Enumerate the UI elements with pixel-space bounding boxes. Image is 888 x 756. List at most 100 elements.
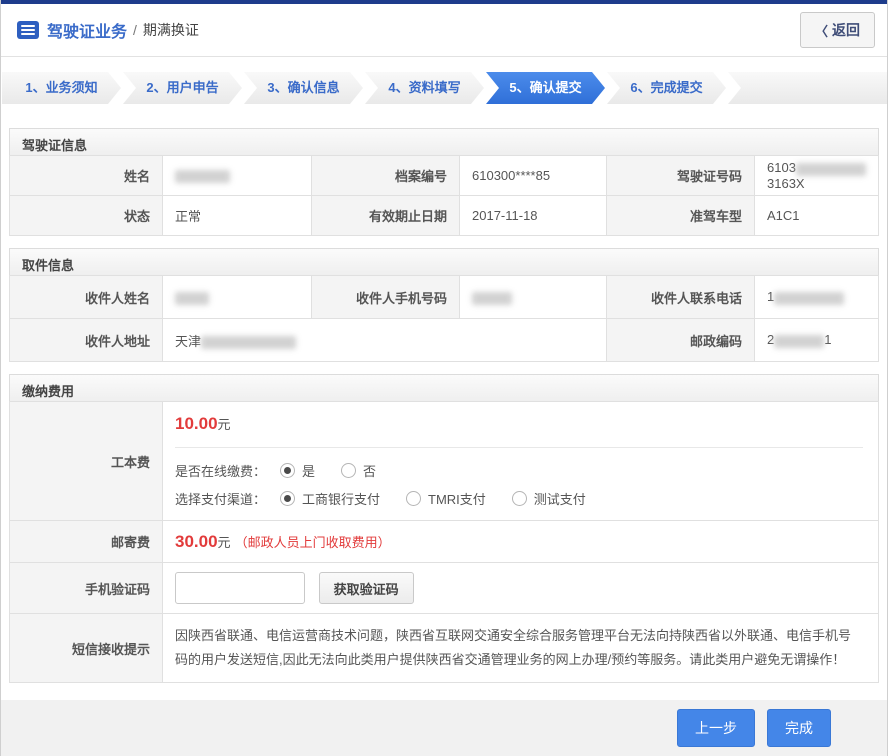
redacted-name <box>175 170 230 183</box>
step-3-confirm-info[interactable]: 3、确认信息 <box>244 72 363 104</box>
radio-checked-icon[interactable] <box>280 463 295 478</box>
list-icon <box>17 21 39 39</box>
table-row: 手机验证码 获取验证码 <box>10 563 879 614</box>
address-value: 天津 <box>163 319 607 362</box>
license-number-value: 61033163X <box>755 156 879 196</box>
step-1-business-notice[interactable]: 1、业务须知 <box>2 72 121 104</box>
pickup-section-title: 取件信息 <box>9 248 879 275</box>
channel-icbc-label: 工商银行支付 <box>302 489 380 508</box>
mail-fee-cell: 30.00元 （邮政人员上门收取费用） <box>163 521 879 563</box>
postal-suffix: 1 <box>824 332 831 347</box>
online-pay-row: 是否在线缴费： 是 否 <box>175 461 863 480</box>
sms-code-input[interactable] <box>175 572 305 604</box>
page-header: 驾驶证业务 / 期满换证 〈 返回 <box>1 4 887 57</box>
radio-checked-icon[interactable] <box>280 491 295 506</box>
channel-icbc-option[interactable]: 工商银行支付 <box>280 489 380 508</box>
recipient-mobile-label: 收件人手机号码 <box>312 276 460 319</box>
file-number-value: 610300****85 <box>460 156 607 196</box>
currency-unit: 元 <box>218 535 231 550</box>
online-pay-no-option[interactable]: 否 <box>341 461 376 480</box>
step-wizard: 1、业务须知 2、用户申告 3、确认信息 4、资料填写 5、确认提交 6、完成提… <box>1 72 887 104</box>
redacted-phone-digits <box>774 292 844 305</box>
expiry-label: 有效期止日期 <box>312 196 460 236</box>
status-label: 状态 <box>10 196 163 236</box>
production-fee-amount: 10.00 <box>175 414 218 433</box>
done-button[interactable]: 完成 <box>767 709 831 747</box>
table-row: 收件人地址 天津 邮政编码 21 <box>10 319 879 362</box>
page: 驾驶证业务 / 期满换证 〈 返回 1、业务须知 2、用户申告 3、确认信息 4… <box>0 0 888 756</box>
postal-code-label: 邮政编码 <box>607 319 755 362</box>
recipient-phone-label: 收件人联系电话 <box>607 276 755 319</box>
get-code-button[interactable]: 获取验证码 <box>319 572 414 604</box>
license-info-table: 姓名 档案编号 610300****85 驾驶证号码 61033163X 状态 … <box>9 155 879 236</box>
name-label: 姓名 <box>10 156 163 196</box>
redacted-address <box>201 336 296 349</box>
license-number-suffix: 3163X <box>767 176 805 191</box>
step-4-fill-data[interactable]: 4、资料填写 <box>365 72 484 104</box>
redacted-postal-digits <box>774 335 824 348</box>
step-6-complete-submit[interactable]: 6、完成提交 <box>607 72 726 104</box>
online-pay-no-label: 否 <box>363 461 376 480</box>
sms-code-cell: 获取验证码 <box>163 563 879 614</box>
pickup-info-table: 收件人姓名 收件人手机号码 收件人联系电话 1 收件人地址 天津 邮政编码 21 <box>9 275 879 362</box>
address-label: 收件人地址 <box>10 319 163 362</box>
footer-action-bar: 上一步 完成 <box>1 700 887 756</box>
online-pay-yes-label: 是 <box>302 461 315 480</box>
license-number-prefix: 6103 <box>767 160 796 175</box>
table-row: 短信接收提示 因陕西省联通、电信运营商技术问题，陕西省互联网交通安全综合服务管理… <box>10 614 879 683</box>
sms-notice-text: 因陕西省联通、电信运营商技术问题，陕西省互联网交通安全综合服务管理平台无法向持陕… <box>163 614 879 683</box>
channel-tmri-option[interactable]: TMRI支付 <box>406 489 486 508</box>
channel-test-label: 测试支付 <box>534 489 586 508</box>
fee-table: 工本费 10.00元 是否在线缴费： 是 否 选择支付渠道： 工商银行支付 TM… <box>9 401 879 683</box>
page-title: 驾驶证业务 <box>47 18 127 42</box>
recipient-mobile-value <box>460 276 607 319</box>
back-button[interactable]: 〈 返回 <box>800 12 875 48</box>
recipient-phone-value: 1 <box>755 276 879 319</box>
phone-prefix: 1 <box>767 289 774 304</box>
table-row: 姓名 档案编号 610300****85 驾驶证号码 61033163X <box>10 156 879 196</box>
radio-unchecked-icon[interactable] <box>406 491 421 506</box>
mail-fee-amount: 30.00 <box>175 532 218 551</box>
back-button-label: 返回 <box>832 20 860 40</box>
license-number-label: 驾驶证号码 <box>607 156 755 196</box>
table-row: 工本费 10.00元 是否在线缴费： 是 否 选择支付渠道： 工商银行支付 TM… <box>10 402 879 521</box>
recipient-name-label: 收件人姓名 <box>10 276 163 319</box>
license-info-section: 驾驶证信息 姓名 档案编号 610300****85 驾驶证号码 6103316… <box>9 128 879 236</box>
step-2-user-declaration[interactable]: 2、用户申告 <box>123 72 242 104</box>
vehicle-class-label: 准驾车型 <box>607 196 755 236</box>
pay-channel-label: 选择支付渠道： <box>175 489 280 508</box>
step-bar-filler <box>728 72 887 104</box>
postal-prefix: 2 <box>767 332 774 347</box>
pay-channel-row: 选择支付渠道： 工商银行支付 TMRI支付 测试支付 <box>175 489 863 508</box>
breadcrumb-current: 期满换证 <box>143 20 199 40</box>
online-pay-yes-option[interactable]: 是 <box>280 461 315 480</box>
online-pay-label: 是否在线缴费： <box>175 461 280 480</box>
table-row: 邮寄费 30.00元 （邮政人员上门收取费用） <box>10 521 879 563</box>
channel-test-option[interactable]: 测试支付 <box>512 489 586 508</box>
redacted-mobile <box>472 292 512 305</box>
redacted-recipient-name <box>175 292 209 305</box>
mail-fee-note: （邮政人员上门收取费用） <box>235 535 391 550</box>
step-5-confirm-submit[interactable]: 5、确认提交 <box>486 72 605 104</box>
currency-unit: 元 <box>218 417 231 432</box>
sms-notice-label: 短信接收提示 <box>10 614 163 683</box>
production-fee-cell: 10.00元 是否在线缴费： 是 否 选择支付渠道： 工商银行支付 TMRI支付… <box>163 402 879 521</box>
recipient-name-value <box>163 276 312 319</box>
production-fee-amount-row: 10.00元 <box>175 414 863 448</box>
back-chevron-icon: 〈 <box>815 21 828 40</box>
channel-tmri-label: TMRI支付 <box>428 489 486 508</box>
mail-fee-label: 邮寄费 <box>10 521 163 563</box>
radio-unchecked-icon[interactable] <box>341 463 356 478</box>
expiry-value: 2017-11-18 <box>460 196 607 236</box>
table-row: 状态 正常 有效期止日期 2017-11-18 准驾车型 A1C1 <box>10 196 879 236</box>
fee-section: 缴纳费用 工本费 10.00元 是否在线缴费： 是 否 选择支付渠道： 工 <box>9 374 879 683</box>
license-section-title: 驾驶证信息 <box>9 128 879 155</box>
previous-step-button[interactable]: 上一步 <box>677 709 755 747</box>
postal-code-value: 21 <box>755 319 879 362</box>
radio-unchecked-icon[interactable] <box>512 491 527 506</box>
pickup-info-section: 取件信息 收件人姓名 收件人手机号码 收件人联系电话 1 收件人地址 天津 邮政… <box>9 248 879 362</box>
file-number-label: 档案编号 <box>312 156 460 196</box>
breadcrumb-separator: / <box>133 22 137 38</box>
fee-section-title: 缴纳费用 <box>9 374 879 401</box>
status-value: 正常 <box>163 196 312 236</box>
